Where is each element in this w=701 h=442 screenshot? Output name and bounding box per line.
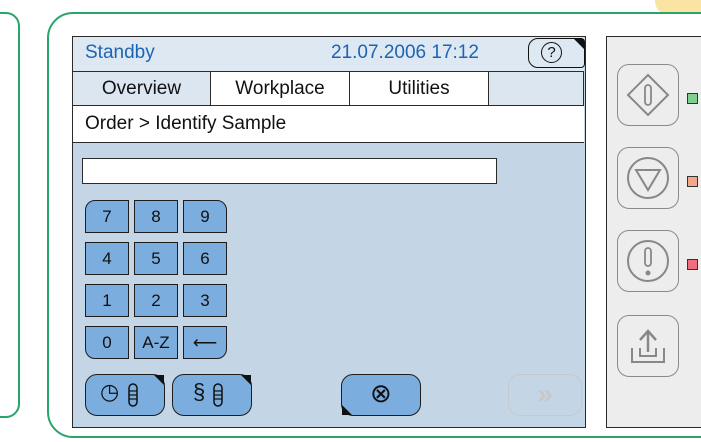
touch-screen: Standby 21.07.2006 17:12 ? Overview Work… (72, 36, 586, 428)
key-0[interactable]: 0 (85, 326, 129, 359)
key-a-z[interactable]: A-Z (134, 326, 178, 359)
corner-marker (574, 39, 584, 49)
breadcrumb: Order > Identify Sample (73, 105, 584, 143)
sample-timer-button[interactable]: ◷ (85, 374, 165, 416)
tab-overview[interactable]: Overview (73, 72, 211, 106)
numeric-keypad: 7 8 9 4 5 6 1 2 3 0 A-Z ⟵ (85, 200, 235, 360)
status-bar: Standby 21.07.2006 17:12 ? (73, 37, 585, 71)
corner-marker (342, 405, 352, 415)
alert-button[interactable] (617, 230, 679, 292)
status-datetime: 21.07.2006 17:12 (331, 42, 479, 63)
upload-button[interactable] (617, 315, 679, 377)
key-7[interactable]: 7 (85, 200, 129, 233)
start-diamond-icon (626, 73, 670, 117)
section-icon: § (193, 379, 206, 404)
corner-marker (154, 375, 164, 385)
cancel-icon: ⊗ (370, 378, 392, 408)
tab-utilities[interactable]: Utilities (350, 72, 489, 106)
sample-id-input[interactable] (82, 158, 497, 184)
upload-tray-icon (631, 329, 665, 363)
tab-workplace[interactable]: Workplace (211, 72, 350, 106)
key-2[interactable]: 2 (134, 284, 178, 317)
help-icon: ? (541, 42, 562, 63)
alert-led (687, 259, 698, 270)
stop-button[interactable] (617, 147, 679, 209)
key-6[interactable]: 6 (183, 242, 227, 275)
tab-bar: Overview Workplace Utilities (73, 71, 584, 106)
help-button[interactable]: ? (528, 38, 585, 68)
stop-triangle-icon (627, 157, 669, 199)
key-4[interactable]: 4 (85, 242, 129, 275)
backspace-key[interactable]: ⟵ (183, 326, 227, 359)
alert-exclamation-icon (627, 240, 669, 282)
start-button[interactable] (617, 64, 679, 126)
key-9[interactable]: 9 (183, 200, 227, 233)
test-tube-icon (128, 383, 138, 407)
hardware-panel (606, 36, 701, 428)
status-title: Standby (85, 42, 155, 63)
sample-section-button[interactable]: § (172, 374, 252, 416)
test-tube-icon (213, 383, 223, 407)
key-1[interactable]: 1 (85, 284, 129, 317)
corner-marker (241, 375, 251, 385)
key-5[interactable]: 5 (134, 242, 178, 275)
cancel-button[interactable]: ⊗ (341, 374, 421, 416)
left-device-bezel (0, 12, 20, 418)
start-led (687, 93, 698, 104)
next-button[interactable]: » (508, 374, 582, 416)
key-3[interactable]: 3 (183, 284, 227, 317)
key-8[interactable]: 8 (134, 200, 178, 233)
tab-empty (489, 72, 584, 106)
clock-icon: ◷ (100, 379, 120, 404)
stop-led (687, 176, 698, 187)
